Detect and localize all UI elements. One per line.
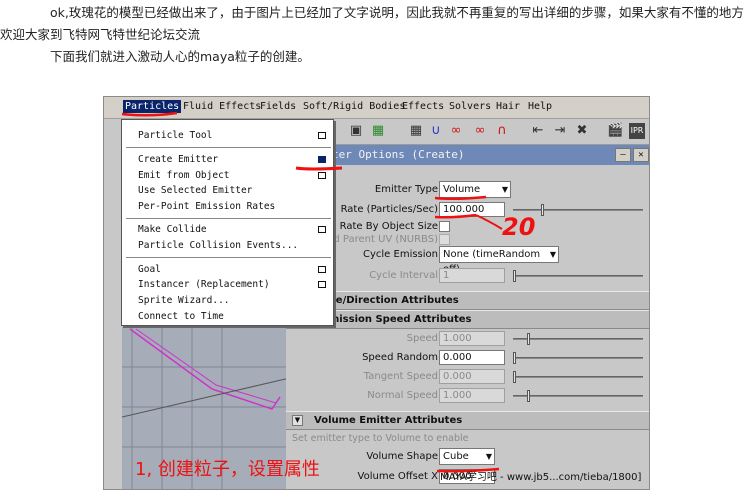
underline-volume-annotation [434, 195, 487, 201]
article-paragraph-1: ok,玫瑰花的模型已经做出来了，由于图片上已经加了文字说明，因此我就不再重复的写… [0, 5, 744, 42]
arrow-line-annotation [475, 214, 503, 230]
article-paragraph-2: 下面我们就进入激动人心的maya粒子的创建。 [50, 49, 310, 64]
watermark-text: MAYA学习吧 - www.jb5...com/tieba/1800] [440, 472, 642, 483]
underline-particles-annotation [121, 111, 178, 117]
red-annotations [121, 111, 503, 473]
underline-option-box-annotation [295, 166, 343, 171]
underline-rate-annotation [434, 213, 477, 219]
handwritten-value-annotation: 20 [502, 213, 536, 241]
maya-screenshot: Particles Fluid Effects Fields Soft/Rigi… [103, 96, 650, 490]
caption-annotation: 1, 创建粒子，设置属性 [135, 459, 320, 480]
